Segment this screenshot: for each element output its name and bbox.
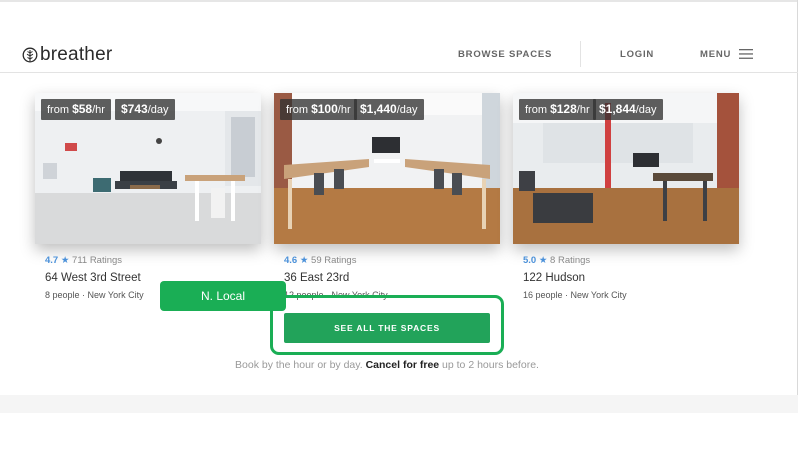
rating-count: 8 Ratings xyxy=(550,255,591,266)
hourly-price-tag: from $58/hr xyxy=(41,99,111,120)
daily-price-tag: $1,440/day xyxy=(354,99,424,120)
listing-photo[interactable]: from $100/hr $1,440/day xyxy=(274,93,500,244)
tagline-lead: Book by the hour or by day. xyxy=(235,359,363,371)
site-header: breather BROWSE SPACES LOGIN MENU xyxy=(0,36,798,73)
nav-browse-spaces[interactable]: BROWSE SPACES xyxy=(458,49,552,60)
listing-address[interactable]: 64 West 3rd Street xyxy=(45,272,141,284)
price-prefix: from xyxy=(47,104,69,116)
rating: 4.6 ★ 59 Ratings xyxy=(284,255,356,266)
rating: 5.0 ★ 8 Ratings xyxy=(523,255,590,266)
logo-text: breather xyxy=(40,44,113,65)
hourly-price: $58 xyxy=(72,102,93,116)
listing-card[interactable]: from $128/hr $1,844/day xyxy=(513,93,739,244)
star-icon: ★ xyxy=(60,255,70,266)
tree-leaf-icon xyxy=(22,47,38,63)
daily-price: $743 xyxy=(121,102,148,116)
daily-price: $1,844 xyxy=(599,102,636,116)
nav-divider xyxy=(580,41,581,67)
top-border xyxy=(0,0,798,2)
capacity: 8 people xyxy=(45,290,80,300)
hourly-price-tag: from $128/hr xyxy=(519,99,596,120)
capacity: 16 people xyxy=(523,290,563,300)
footer-band xyxy=(0,395,798,413)
tagline: Book by the hour or by day. Cancel for f… xyxy=(0,359,774,371)
see-all-spaces-button[interactable]: SEE ALL THE SPACES xyxy=(284,313,490,343)
nav-menu[interactable]: MENU xyxy=(700,49,731,60)
listing-address[interactable]: 36 East 23rd xyxy=(284,272,349,284)
rating-count: 711 Ratings xyxy=(72,255,123,266)
price-prefix: from xyxy=(286,104,308,116)
listing-address[interactable]: 122 Hudson xyxy=(523,272,585,284)
daily-price: $1,440 xyxy=(360,102,397,116)
hourly-unit: /hr xyxy=(92,104,105,116)
rating-score: 5.0 xyxy=(523,255,537,266)
hourly-price: $128 xyxy=(550,102,577,116)
city: New York City xyxy=(570,290,627,300)
listing-meta: 16 people · New York City xyxy=(523,290,627,300)
daily-price-tag: $743/day xyxy=(115,99,175,120)
city: New York City xyxy=(87,290,144,300)
listing-meta: 8 people · New York City xyxy=(45,290,144,300)
daily-unit: /day xyxy=(635,104,657,116)
hourly-unit: /hr xyxy=(576,104,590,116)
star-icon: ★ xyxy=(538,255,548,266)
nav-login[interactable]: LOGIN xyxy=(620,49,654,60)
logo[interactable]: breather xyxy=(22,44,112,66)
listing-card[interactable]: from $100/hr $1,440/day xyxy=(274,93,500,244)
rating-count: 59 Ratings xyxy=(311,255,357,266)
overlay-label: N. Local xyxy=(160,281,286,311)
price-prefix: from xyxy=(525,104,547,116)
daily-unit: /day xyxy=(147,104,169,116)
hourly-unit: /hr xyxy=(337,104,351,116)
daily-unit: /day xyxy=(396,104,418,116)
rating-score: 4.6 xyxy=(284,255,298,266)
tagline-bold: Cancel for free xyxy=(365,359,440,371)
rating-score: 4.7 xyxy=(45,255,59,266)
daily-price-tag: $1,844/day xyxy=(593,99,663,120)
star-icon: ★ xyxy=(299,255,309,266)
hourly-price: $100 xyxy=(311,102,338,116)
hamburger-icon[interactable] xyxy=(739,48,753,60)
rating: 4.7 ★ 711 Ratings xyxy=(45,255,122,266)
listing-card[interactable]: from $58/hr $743/day xyxy=(35,93,261,244)
listing-photo[interactable]: from $128/hr $1,844/day xyxy=(513,93,739,244)
tagline-tail: up to 2 hours before. xyxy=(442,359,539,371)
listing-photo[interactable]: from $58/hr $743/day xyxy=(35,93,261,244)
hourly-price-tag: from $100/hr xyxy=(280,99,357,120)
